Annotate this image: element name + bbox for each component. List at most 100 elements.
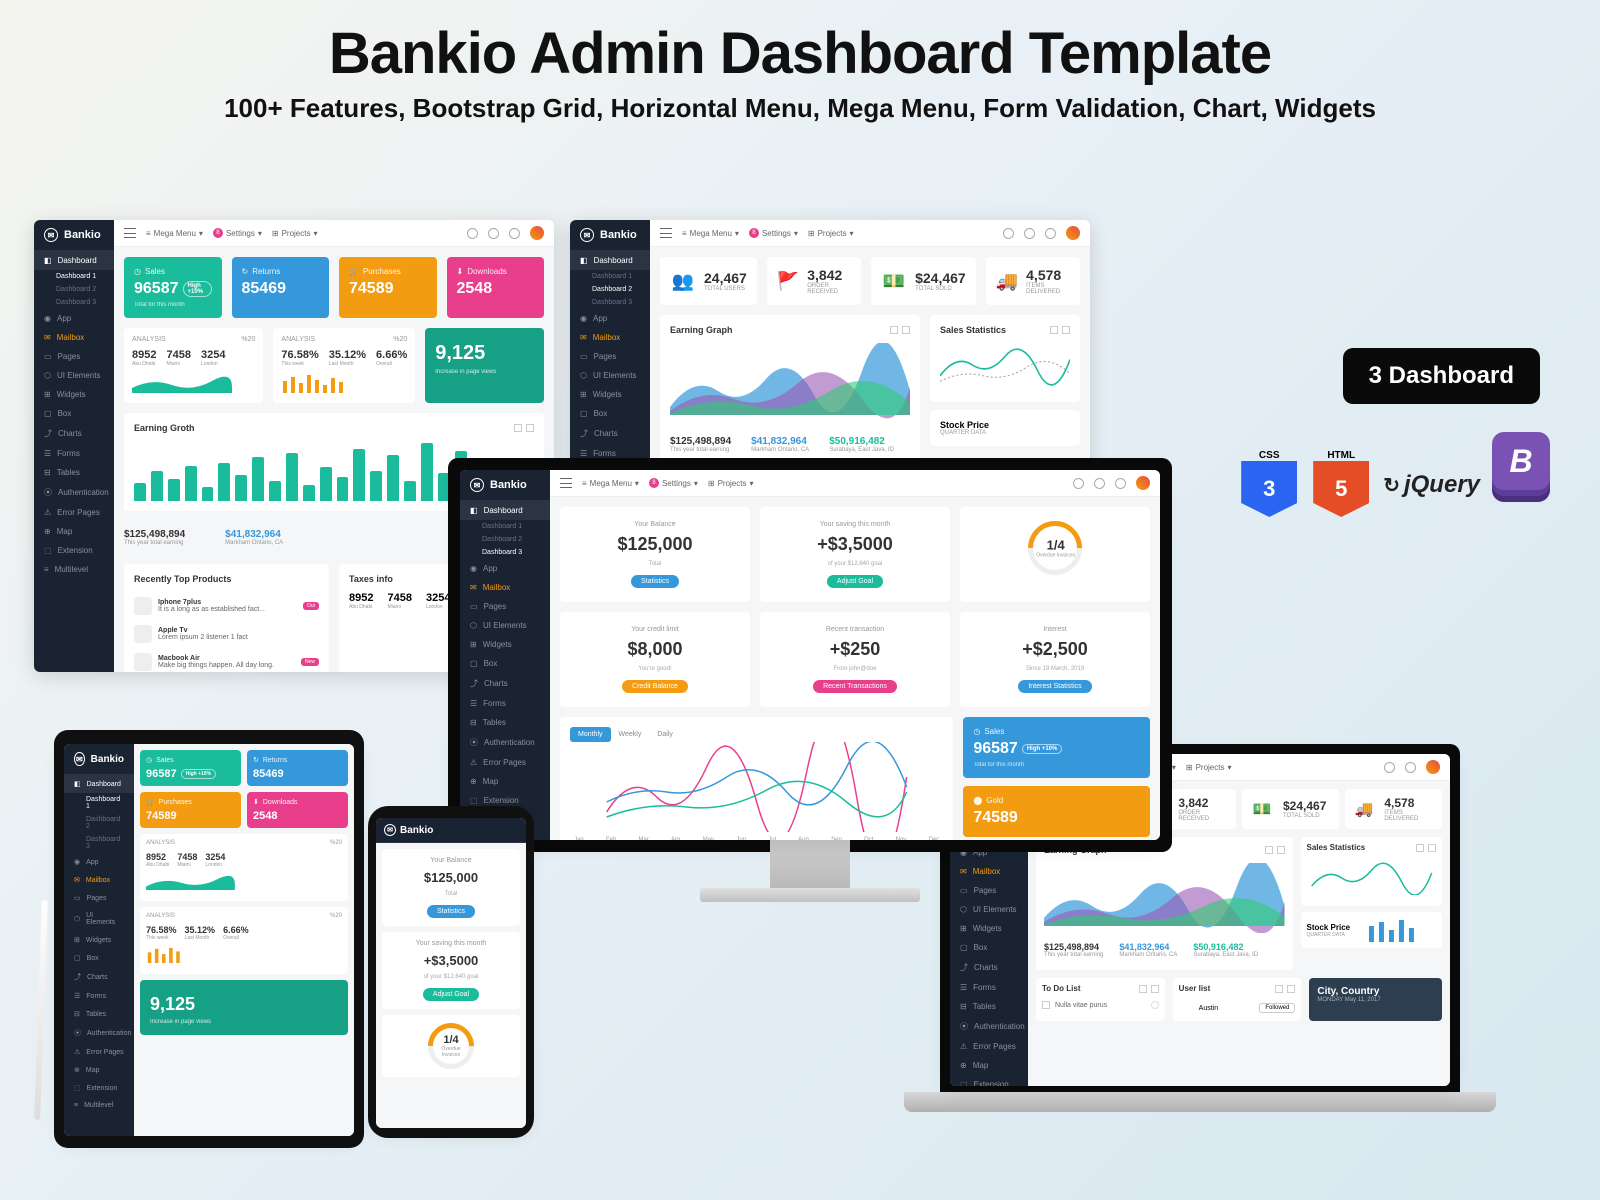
search-icon[interactable] (1384, 762, 1395, 773)
sidebar-ui[interactable]: ⬡UI Elements (34, 366, 114, 385)
hero-title: Bankio Admin Dashboard Template (40, 20, 1560, 87)
sales-stats-panel: Sales Statistics (1301, 837, 1442, 906)
adjust-goal-button[interactable]: Adjust Goal (827, 575, 883, 588)
dashboard-phone: ✉Bankio Your Balance $125,000 Total Stat… (376, 818, 526, 1128)
saving-card: Your saving this month +$3,5000 of your … (382, 932, 520, 1009)
gauge-icon: 1/4Overdue Invoices (1017, 510, 1093, 586)
user-avatar (1179, 1001, 1193, 1015)
interest-card: Interest +$2,500 Since 19 March, 2019 In… (960, 612, 1150, 707)
mega-menu[interactable]: ≡ Mega Menu ▾ (146, 229, 203, 238)
sidebar-sub-3[interactable]: Dashboard 3 (34, 296, 114, 309)
credit-balance-button[interactable]: Credit Balance (622, 680, 688, 693)
todo-panel: To Do List Nulla vitae purus (1036, 978, 1165, 1021)
product-item[interactable]: Iphone 7plusIt is a long as as establish… (134, 592, 319, 620)
avatar[interactable] (1136, 476, 1150, 490)
sidebar-tables[interactable]: ⊟Tables (34, 463, 114, 482)
brand[interactable]: ✉Bankio (570, 220, 650, 251)
gear-icon[interactable] (1024, 228, 1035, 239)
sidebar-mailbox[interactable]: ✉Mailbox (34, 328, 114, 347)
hero: Bankio Admin Dashboard Template 100+ Fea… (0, 0, 1600, 134)
sidebar-sub-1[interactable]: Dashboard 1 (34, 270, 114, 283)
menu-toggle-icon[interactable] (124, 228, 136, 238)
topbar: ≡ Mega Menu ▾ 8 Settings ▾ ⊞ Projects ▾ (114, 220, 554, 247)
sparkline-green (132, 373, 232, 393)
search-icon[interactable] (1073, 478, 1084, 489)
followed-button[interactable]: Followed (1259, 1003, 1295, 1013)
saving-card: Your saving this month +$3,5000 of your … (760, 507, 950, 602)
dashboard-count-badge: 3 Dashboard (1343, 348, 1540, 404)
city-weather-card: City, Country MONDAY May 11, 2017 (1309, 978, 1442, 1021)
stylus (34, 900, 48, 1120)
menu-toggle-icon[interactable] (660, 228, 672, 238)
settings-menu[interactable]: 8 Settings ▾ (213, 228, 262, 238)
statistics-button[interactable]: Statistics (631, 575, 679, 588)
recent-transaction-card: Recent transaction +$250 From john@doe R… (760, 612, 950, 707)
bell-icon[interactable] (509, 228, 520, 239)
brand[interactable]: ✉Bankio (460, 470, 550, 501)
bell-icon[interactable] (493, 824, 502, 833)
sidebar-widgets[interactable]: ⊞Widgets (34, 385, 114, 404)
laptop-base (904, 1092, 1496, 1112)
product-item[interactable]: Macbook AirMake big things happen. All d… (134, 648, 319, 672)
sidebar-charts[interactable]: ⤴Charts (34, 423, 114, 444)
sidebar-app[interactable]: ◉App (34, 309, 114, 328)
stock-price-panel: Stock PriceQUARTER DATA (1301, 912, 1442, 948)
sidebar-error[interactable]: ⚠Error Pages (34, 503, 114, 522)
metric-users: 👥24,467TOTAL USERS (660, 257, 757, 305)
stat-card-downloads[interactable]: ⬇ Downloads 2548 (447, 257, 545, 318)
tab-daily[interactable]: Daily (649, 727, 681, 742)
multi-line-chart (570, 742, 943, 832)
stat-card-returns[interactable]: ↻ Returns 85469 (232, 257, 330, 318)
side-sales-card: ◷ Sales 96587 High +10% Total for this m… (963, 717, 1150, 778)
sidebar-ext[interactable]: ⬚Extension (34, 541, 114, 560)
gear-icon[interactable] (1405, 762, 1416, 773)
avatar[interactable] (506, 824, 518, 836)
dashboard-preview-2: ✉Bankio ◧ Dashboard Dashboard 1 Dashboar… (570, 220, 1090, 480)
stat-card-sales[interactable]: ◷ Sales 96587 High +10% Total for this m… (124, 257, 222, 318)
sidebar-map[interactable]: ⊕Map (34, 522, 114, 541)
search-icon[interactable] (1003, 228, 1014, 239)
area-chart (1044, 863, 1285, 933)
dashboard-monitor: ✉Bankio ◧ Dashboard Dashboard 1 Dashboar… (460, 470, 1160, 840)
earning-graph-panel: Earning Graph $125,498,894This year tota… (1036, 837, 1293, 970)
avatar[interactable] (530, 226, 544, 240)
products-panel: Recently Top Products Iphone 7plusIt is … (124, 564, 329, 672)
sidebar-sub-2[interactable]: Dashboard 2 (34, 283, 114, 296)
monitor-stand (770, 840, 850, 890)
side-gold-card: ⬤ Gold 74589 (963, 786, 1150, 837)
balance-card: Your Balance $125,000 Total Statistics (560, 507, 750, 602)
sidebar-dashboard[interactable]: ◧Dashboard (34, 251, 114, 270)
sidebar-dashboard[interactable]: ◧ Dashboard (570, 251, 650, 270)
gear-icon[interactable] (1094, 478, 1105, 489)
tab-monthly[interactable]: Monthly (570, 727, 611, 742)
recent-transactions-button[interactable]: Recent Transactions (813, 680, 897, 693)
checkbox[interactable] (1042, 1001, 1050, 1009)
gear-icon[interactable] (488, 228, 499, 239)
avatar[interactable] (1066, 226, 1080, 240)
projects-menu[interactable]: ⊞ Projects ▾ (272, 229, 318, 238)
product-item[interactable]: Apple TvLorem ipsum 2 listener 1 fact (134, 620, 319, 648)
sidebar-pages[interactable]: ▭Pages (34, 347, 114, 366)
tab-weekly[interactable]: Weekly (611, 727, 650, 742)
bell-icon[interactable] (1115, 478, 1126, 489)
avatar[interactable] (1426, 760, 1440, 774)
sidebar-auth[interactable]: ⦿Authentication (34, 482, 114, 503)
bell-icon[interactable] (1045, 228, 1056, 239)
sidebar-multi[interactable]: ≡Multilevel (34, 560, 114, 579)
analysis-card-1: ANALYSIS%20 8952Abu Dhabi 7458Miami 3254… (124, 328, 263, 403)
metric-delivered: 🚚4,578ITEMS DELIVERED (986, 257, 1080, 305)
pageviews-card: 9,125 Increase in page views (425, 328, 544, 403)
search-icon[interactable] (480, 824, 489, 833)
area-chart (670, 343, 910, 423)
brand[interactable]: ✉Bankio (34, 220, 114, 251)
hero-subtitle: 100+ Features, Bootstrap Grid, Horizonta… (40, 93, 1560, 124)
menu-toggle-icon[interactable] (560, 478, 572, 488)
stat-card-purchases[interactable]: 🛒 Purchases 74589 (339, 257, 437, 318)
earning-graph-panel: Earning Graph $125,498,894This year tota… (660, 315, 920, 471)
sidebar-forms[interactable]: ☰Forms (34, 444, 114, 463)
sidebar-box[interactable]: ▢Box (34, 404, 114, 423)
interest-statistics-button[interactable]: Interest Statistics (1018, 680, 1091, 693)
analysis-card-2: ANALYSIS%20 76.58%This week 35.12%Last M… (273, 328, 415, 403)
delete-icon[interactable] (1151, 1001, 1159, 1009)
search-icon[interactable] (467, 228, 478, 239)
